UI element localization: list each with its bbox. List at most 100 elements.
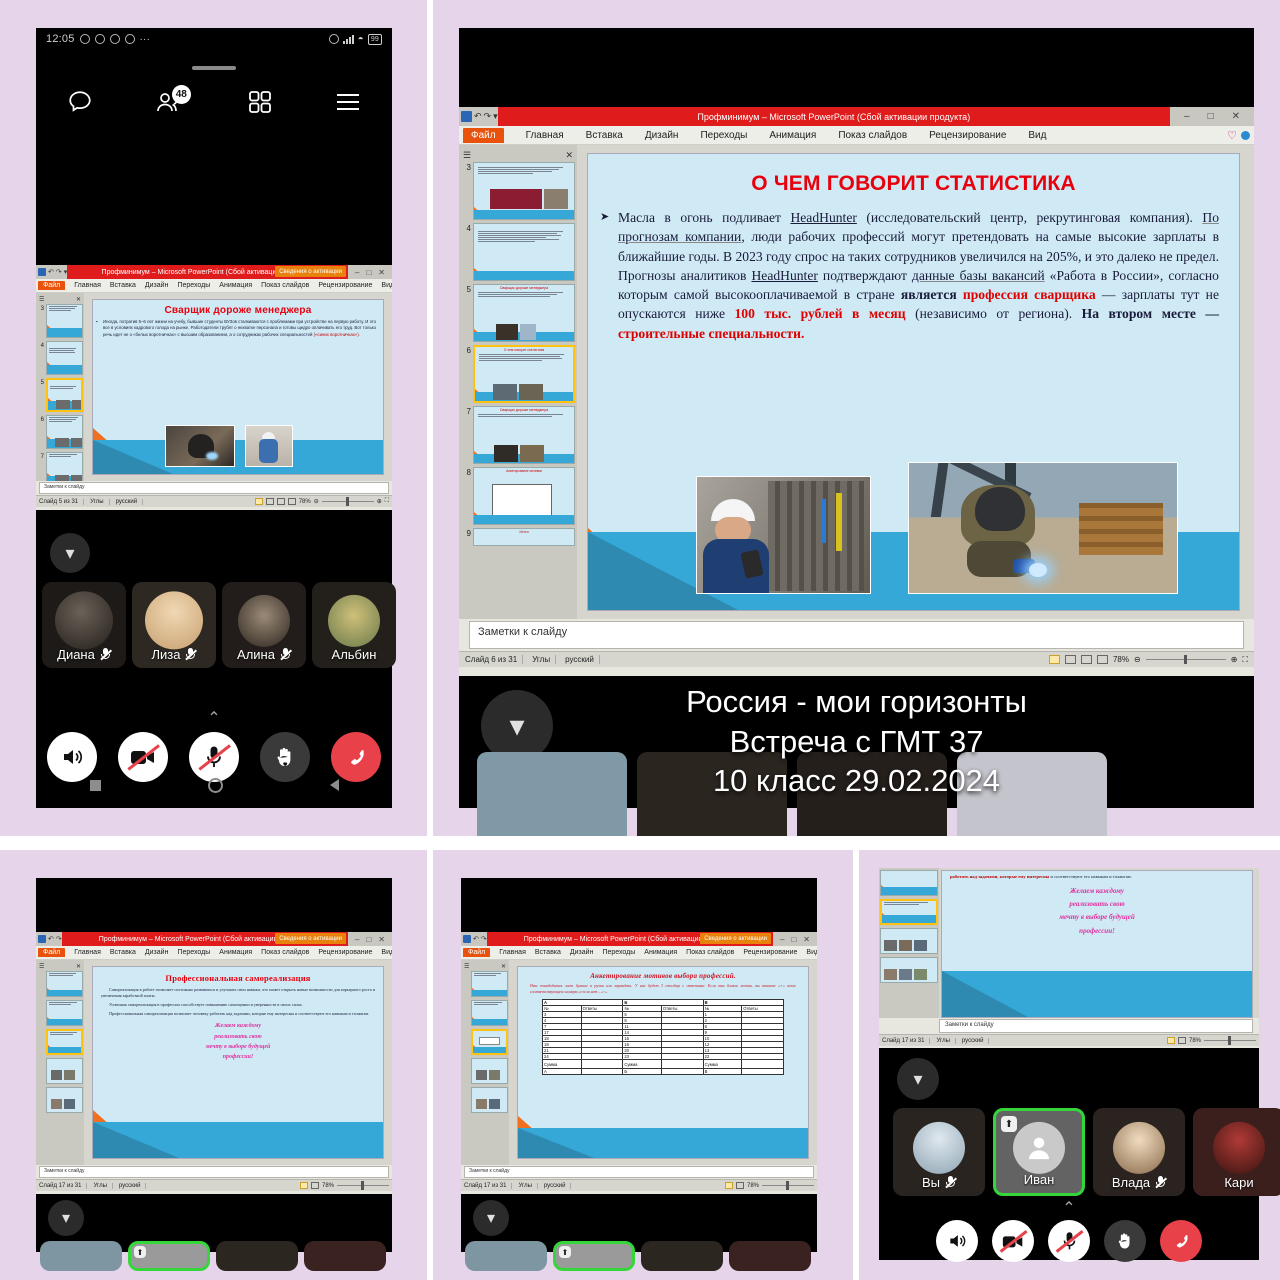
slide-editing-area[interactable]: Профессиональная самореализация Самореал…	[84, 960, 392, 1165]
pin-icon[interactable]: ⬆	[559, 1246, 571, 1258]
thumb-slide[interactable]: Анкетирование мотивов	[473, 467, 575, 525]
thumb-slide[interactable]	[471, 1087, 508, 1113]
close-icon[interactable]: ✕	[1232, 111, 1240, 122]
ribbon-tab-home[interactable]: Главная	[499, 949, 526, 956]
thumb-close-icon[interactable]: ✕	[565, 150, 573, 161]
end-call-button[interactable]	[1160, 1220, 1202, 1262]
minimize-icon[interactable]: –	[355, 935, 359, 944]
participant-tile[interactable]: Влада	[1093, 1108, 1185, 1196]
ribbon-tab-review[interactable]: Рецензирование	[743, 949, 797, 956]
slide-notes-field[interactable]: Заметки к слайду	[39, 1166, 389, 1178]
participants-button[interactable]: 48	[156, 85, 191, 115]
ribbon-tab-design[interactable]: Дизайн	[145, 282, 169, 289]
cell-sum-value[interactable]	[741, 1059, 784, 1069]
save-icon[interactable]	[38, 268, 46, 276]
view-reading-icon[interactable]	[1080, 655, 1092, 664]
ribbon-tab-transitions[interactable]: Переходы	[700, 130, 747, 141]
save-icon[interactable]	[38, 935, 46, 943]
pin-icon[interactable]: ⬆	[1001, 1116, 1017, 1132]
participant-tile[interactable]: Вы	[893, 1108, 985, 1196]
ribbon-tab-transitions[interactable]: Переходы	[177, 949, 210, 956]
zoom-slider[interactable]	[321, 497, 374, 506]
close-icon[interactable]: ✕	[378, 268, 385, 277]
ribbon-tab-transitions[interactable]: Переходы	[177, 282, 210, 289]
cell-blank[interactable]	[580, 1068, 624, 1075]
participant-tile-active[interactable]: ⬆ Иван	[993, 1108, 1085, 1196]
thumbnail-item[interactable]: 7 Сварщик дороже менеджера	[461, 406, 575, 464]
ribbon-tab-animations[interactable]: Анимация	[219, 949, 252, 956]
speaker-button[interactable]	[936, 1220, 978, 1262]
collapse-panel-button[interactable]: ▾	[897, 1058, 939, 1100]
thumb-slide[interactable]	[471, 971, 508, 997]
ribbon-tab-view[interactable]: Вид	[381, 949, 392, 956]
participant-tile[interactable]	[465, 1241, 547, 1271]
participant-tile[interactable]	[641, 1241, 723, 1271]
thumbnail-item[interactable]	[462, 1000, 508, 1026]
quick-access-toolbar[interactable]: ↶ ↷ ▾	[36, 268, 67, 276]
current-slide[interactable]: работать над задачами, которые ему интер…	[941, 870, 1253, 1018]
activation-info-button[interactable]: Сведения о активации	[275, 266, 346, 277]
view-sorter-icon[interactable]	[265, 498, 274, 505]
thumb-close-icon[interactable]: ✕	[76, 296, 81, 303]
thumb-slide[interactable]	[46, 341, 83, 375]
thumbnail-item[interactable]	[37, 1000, 83, 1026]
slide-thumbnail-pane[interactable]: ☰ ✕	[461, 960, 509, 1165]
raise-hand-button[interactable]	[1104, 1220, 1146, 1262]
thumbnail-item[interactable]	[880, 899, 938, 925]
cell-sum-value[interactable]	[660, 1059, 704, 1069]
thumb-slide[interactable]	[46, 452, 83, 481]
view-sorter-icon[interactable]	[310, 1182, 319, 1189]
current-slide[interactable]: Сварщик дороже менеджера ▪ Иногда, потра…	[92, 299, 384, 475]
undo-icon[interactable]: ↶	[48, 935, 54, 943]
participant-tile[interactable]: Альбин	[312, 582, 396, 668]
window-controls[interactable]: – □ ✕	[348, 935, 392, 944]
thumbnail-item[interactable]	[37, 1058, 83, 1084]
close-icon[interactable]: ✕	[803, 935, 810, 944]
maximize-icon[interactable]: □	[366, 268, 371, 277]
expand-controls-handle[interactable]: ⌃	[1062, 1198, 1075, 1218]
thumbnail-item[interactable]	[880, 957, 938, 983]
view-sorter-icon[interactable]	[1064, 655, 1076, 664]
thumb-slide-selected[interactable]	[880, 899, 938, 925]
window-controls[interactable]: – □ ✕	[348, 268, 392, 277]
slide-thumbnail-pane[interactable]: ☰ ✕ 3 4 5 Сварщик дороже менеджера 6О чем…	[459, 145, 577, 619]
thumb-slide[interactable]	[471, 1000, 508, 1026]
activation-info-button[interactable]: Сведения о активации	[700, 933, 771, 944]
participant-tile-active[interactable]: ⬆	[553, 1241, 635, 1271]
undo-icon[interactable]: ↶	[48, 268, 54, 276]
thumbnail-item[interactable]: 4	[461, 223, 575, 281]
thumb-slide[interactable]: Сварщик дороже менеджера	[473, 284, 575, 342]
zoom-slider[interactable]	[337, 1181, 389, 1190]
view-normal-icon[interactable]	[1166, 1037, 1175, 1044]
thumb-slide-selected[interactable]: О чем говорит статистика	[473, 345, 575, 403]
thumb-slide[interactable]	[46, 415, 83, 449]
home-button[interactable]	[207, 777, 223, 793]
quick-access-toolbar[interactable]: ↶ ↷	[461, 935, 487, 943]
ribbon-tab-home[interactable]: Главная	[74, 282, 101, 289]
participant-tile[interactable]: Алина	[222, 582, 306, 668]
maximize-icon[interactable]: □	[791, 935, 796, 944]
ribbon-tab-file[interactable]: Файл	[463, 948, 491, 957]
zoom-slider[interactable]	[762, 1181, 814, 1190]
thumb-close-icon[interactable]: ✕	[76, 963, 81, 970]
thumb-slide[interactable]	[880, 957, 938, 983]
ribbon-tab-view[interactable]: Вид	[1028, 130, 1046, 141]
current-slide[interactable]: Профессиональная самореализация Самореал…	[92, 966, 384, 1159]
thumb-slide-selected[interactable]	[46, 1029, 83, 1055]
ribbon-tab-review[interactable]: Рецензирование	[929, 130, 1006, 141]
participant-tile[interactable]	[729, 1241, 811, 1271]
fit-slide-icon[interactable]: ⛶	[385, 498, 389, 505]
thumb-slide[interactable]	[473, 162, 575, 220]
camera-button[interactable]	[992, 1220, 1034, 1262]
thumb-slide[interactable]	[46, 1058, 83, 1084]
thumb-slide[interactable]	[473, 223, 575, 281]
thumbnail-item[interactable]: 7	[37, 452, 83, 481]
quick-access-toolbar[interactable]: ↶ ↷	[36, 935, 62, 943]
view-sorter-icon[interactable]	[1177, 1037, 1186, 1044]
thumb-slide[interactable]	[880, 928, 938, 954]
participant-tile[interactable]	[216, 1241, 298, 1271]
current-slide[interactable]: Анкетирование мотивов выбора профессий. …	[517, 966, 809, 1159]
thumbnail-item[interactable]: 6	[37, 415, 83, 449]
slide-editing-area[interactable]: работать над задачами, которые ему интер…	[939, 868, 1259, 1018]
microphone-button[interactable]	[1048, 1220, 1090, 1262]
